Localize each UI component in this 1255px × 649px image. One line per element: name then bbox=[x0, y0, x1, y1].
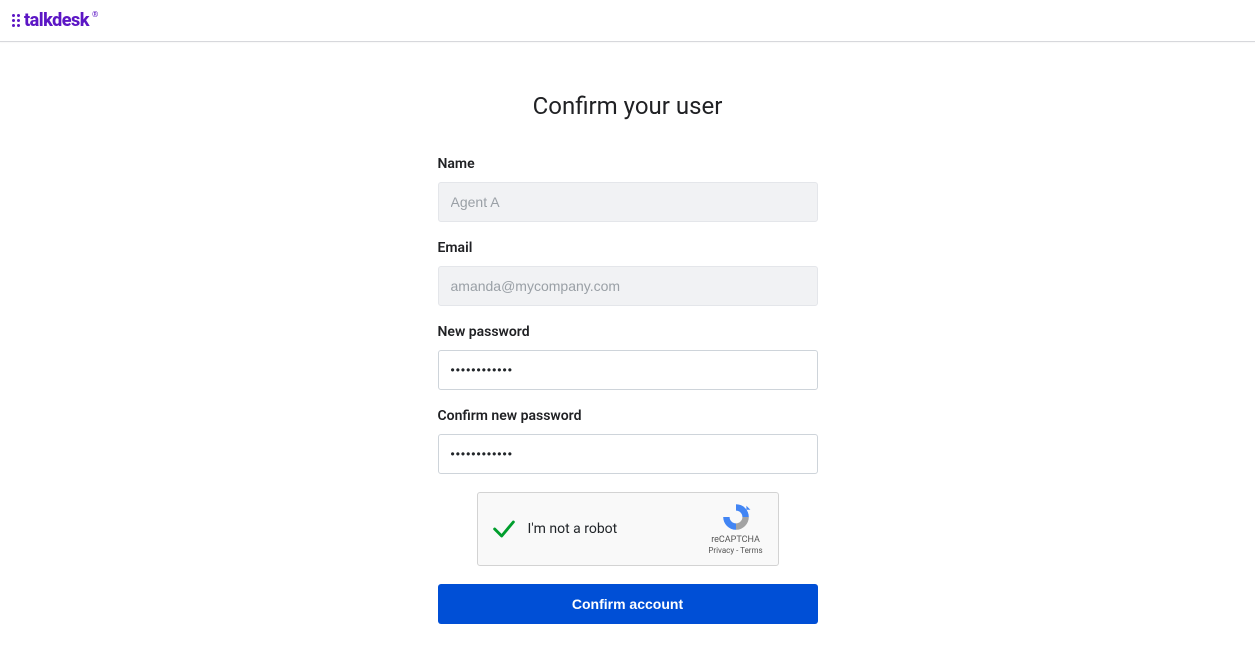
recaptcha-brand-text: reCAPTCHA bbox=[706, 535, 766, 546]
confirm-password-field-group: Confirm new password bbox=[438, 408, 818, 474]
new-password-field-group: New password bbox=[438, 324, 818, 390]
logo-dots-icon bbox=[12, 14, 20, 27]
recaptcha-branding: reCAPTCHA Privacy - Terms bbox=[706, 501, 766, 555]
recaptcha-checkmark-icon bbox=[490, 515, 518, 543]
confirm-password-label: Confirm new password bbox=[438, 408, 818, 424]
recaptcha-widget[interactable]: I'm not a robot reCAPTCHA Privacy - Term… bbox=[477, 492, 779, 566]
recaptcha-label: I'm not a robot bbox=[528, 521, 618, 537]
email-field-group: Email bbox=[438, 240, 818, 306]
main-content: Confirm your user Name Email New passwor… bbox=[0, 42, 1255, 624]
email-input bbox=[438, 266, 818, 306]
recaptcha-terms-link[interactable]: Privacy - Terms bbox=[706, 546, 766, 556]
name-field-group: Name bbox=[438, 156, 818, 222]
recaptcha-logo-icon bbox=[720, 501, 752, 533]
new-password-label: New password bbox=[438, 324, 818, 340]
talkdesk-logo: talkdesk ® bbox=[12, 10, 98, 31]
name-input bbox=[438, 182, 818, 222]
confirm-user-form: Name Email New password Confirm new pass… bbox=[438, 156, 818, 624]
confirm-password-input[interactable] bbox=[438, 434, 818, 474]
new-password-input[interactable] bbox=[438, 350, 818, 390]
logo-registered-mark: ® bbox=[92, 10, 98, 19]
app-header: talkdesk ® bbox=[0, 0, 1255, 42]
name-label: Name bbox=[438, 156, 818, 172]
confirm-account-button[interactable]: Confirm account bbox=[438, 584, 818, 624]
email-label: Email bbox=[438, 240, 818, 256]
page-title: Confirm your user bbox=[533, 92, 723, 120]
logo-text: talkdesk bbox=[24, 10, 89, 31]
